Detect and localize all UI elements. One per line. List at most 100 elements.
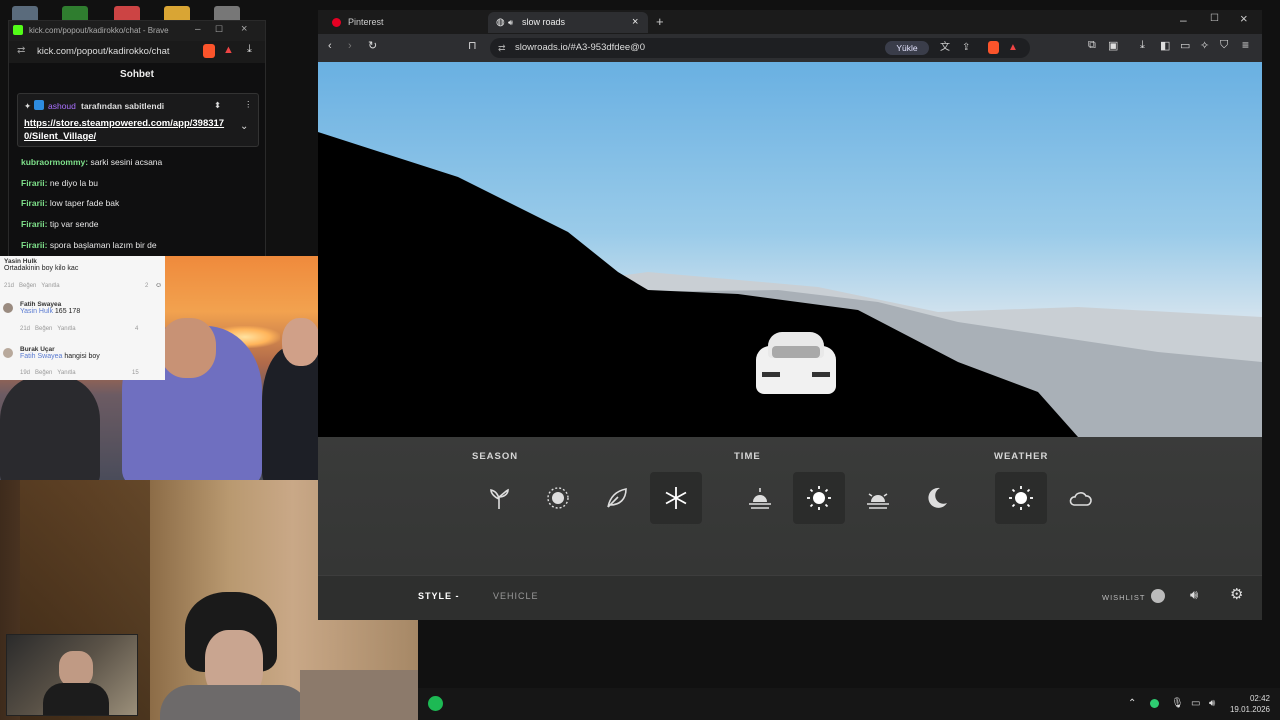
leo-ai-icon[interactable]: ✧ bbox=[1200, 39, 1209, 52]
time-sunset-button[interactable] bbox=[852, 472, 904, 524]
minimize-icon[interactable]: – bbox=[195, 24, 201, 35]
season-spring-button[interactable] bbox=[473, 472, 525, 524]
brave-rewards-icon[interactable]: ▲ bbox=[1008, 38, 1018, 58]
chat-username[interactable]: Firarii: bbox=[21, 219, 47, 229]
maximize-icon[interactable]: ☐ bbox=[215, 24, 223, 35]
time-night-button[interactable] bbox=[911, 472, 963, 524]
translate-icon[interactable]: 文 bbox=[940, 38, 950, 58]
vehicle-tab[interactable]: VEHICLE bbox=[493, 591, 539, 601]
share-icon[interactable]: ⇪ bbox=[962, 38, 970, 58]
gear-icon[interactable]: ⚙ bbox=[1230, 585, 1243, 603]
weather-clear-button[interactable] bbox=[995, 472, 1047, 524]
vpn-icon[interactable]: ⛉ bbox=[1220, 39, 1228, 52]
night-icon bbox=[928, 487, 947, 508]
download-icon[interactable]: ⤓ bbox=[247, 43, 252, 56]
chevron-up-icon[interactable]: ⌃ bbox=[1128, 698, 1136, 709]
reload-icon[interactable]: ↻ bbox=[368, 39, 377, 52]
person-left bbox=[0, 376, 100, 480]
tiktok-video-overlay: Yasin Hulk Ortadakinin boy kilo kac 21d … bbox=[0, 256, 336, 480]
pinned-link-line2: 0/Silent_Village/ bbox=[24, 131, 97, 142]
volume-icon[interactable]: 🔊︎ bbox=[1190, 587, 1198, 603]
spring-icon bbox=[490, 488, 509, 509]
chat-username[interactable]: Firarii: bbox=[21, 178, 47, 188]
pinned-link[interactable]: https://store.steampowered.com/app/39831… bbox=[24, 117, 224, 143]
pinned-message: ✦ ashoud tarafından sabitlendi ⬍ ⋮ https… bbox=[17, 93, 259, 147]
spotify-icon[interactable] bbox=[428, 696, 443, 711]
speaker-icon[interactable]: 🔊︎ bbox=[1209, 698, 1215, 709]
time-day-button[interactable] bbox=[793, 472, 845, 524]
season-autumn-button[interactable] bbox=[591, 472, 643, 524]
comment-reply[interactable]: Yanıtla bbox=[57, 370, 75, 376]
chat-username[interactable]: Firarii: bbox=[21, 198, 47, 208]
install-app-label: Yükle bbox=[896, 43, 918, 53]
close-icon[interactable]: × bbox=[1240, 11, 1248, 26]
secondary-webcam bbox=[6, 634, 138, 716]
secondary-body bbox=[43, 683, 109, 715]
brave-shield-icon[interactable] bbox=[988, 41, 999, 54]
address-bar[interactable]: ⇄ slowroads.io/#A3-953dfdee@0 Yükle 文 ⇪ … bbox=[490, 38, 1030, 58]
minimize-icon[interactable]: – bbox=[1180, 13, 1187, 27]
pinned-by-user[interactable]: ashoud bbox=[48, 101, 76, 111]
avatar[interactable] bbox=[3, 303, 13, 313]
kick-chat-window: kick.com/popout/kadirokko/chat - Brave –… bbox=[8, 20, 266, 262]
clock[interactable]: 02:42 19.01.2026 bbox=[1226, 693, 1270, 715]
weather-cloudy-button[interactable] bbox=[1054, 472, 1106, 524]
back-icon[interactable]: ‹ bbox=[328, 40, 332, 52]
comment: Burak Uçar Fatih Swayea hangisi boy bbox=[20, 346, 100, 360]
tab-slow-roads[interactable]: ◍ 🔊︎ slow roads × bbox=[488, 12, 648, 33]
screenshot-icon[interactable]: ▣ bbox=[1108, 39, 1118, 52]
comment-author[interactable]: Burak Uçar bbox=[20, 346, 100, 353]
menu-icon[interactable]: ≡ bbox=[1242, 38, 1249, 52]
unpin-icon[interactable]: ⬍ bbox=[214, 100, 221, 111]
sunset-icon bbox=[867, 493, 889, 509]
site-settings-icon[interactable]: ⇄ bbox=[17, 45, 25, 56]
brave-rewards-icon[interactable]: ▲ bbox=[223, 44, 234, 56]
chevron-down-icon[interactable]: ⌄ bbox=[240, 121, 248, 132]
car-taillight-right bbox=[812, 372, 830, 377]
season-summer-button[interactable] bbox=[532, 472, 584, 524]
sidebar-icon[interactable]: ◧ bbox=[1160, 39, 1170, 52]
style-tab[interactable]: STYLE - bbox=[418, 591, 460, 601]
more-options-icon[interactable]: ⋮ bbox=[244, 99, 253, 110]
extensions-icon[interactable]: ⧉ bbox=[1088, 39, 1096, 52]
comment-mention[interactable]: Fatih Swayea bbox=[20, 353, 62, 360]
avatar[interactable] bbox=[3, 348, 13, 358]
chat-username[interactable]: kubraormommy: bbox=[21, 157, 88, 167]
bookmark-icon[interactable]: ⊓ bbox=[468, 39, 477, 52]
comment-author[interactable]: Fatih Swayea bbox=[20, 301, 80, 308]
game-viewport[interactable]: SEASON TIME WEATHER STYLE - VEHICLE WISH… bbox=[318, 62, 1262, 620]
microphone-icon[interactable]: 🎙︎ bbox=[1171, 698, 1184, 709]
install-app-button[interactable]: Yükle bbox=[885, 41, 929, 55]
steam-icon[interactable] bbox=[1151, 589, 1165, 603]
comment-reply[interactable]: Yanıtla bbox=[57, 326, 75, 332]
tab-close-icon[interactable]: × bbox=[632, 12, 638, 33]
tab-pinterest[interactable]: Pinterest bbox=[324, 12, 484, 33]
comment-reply[interactable]: Yanıtla bbox=[41, 283, 59, 289]
comment-author[interactable]: Yasin Hulk bbox=[4, 258, 78, 265]
kick-logo-icon bbox=[13, 25, 23, 35]
wallet-icon[interactable]: ▭ bbox=[1180, 39, 1190, 52]
forward-icon[interactable]: › bbox=[348, 40, 352, 52]
close-icon[interactable]: × bbox=[241, 23, 247, 35]
chat-titlebar: kick.com/popout/kadirokko/chat - Brave –… bbox=[9, 21, 265, 41]
site-settings-icon[interactable]: ⇄ bbox=[498, 38, 506, 58]
chat-url-bar[interactable]: ⇄ kick.com/popout/kadirokko/chat ▲ ⤓ bbox=[9, 41, 265, 63]
maximize-icon[interactable]: ☐ bbox=[1210, 13, 1219, 24]
comment: Fatih Swayea Yasin Hulk 165 178 bbox=[20, 301, 80, 315]
comment-like[interactable]: Beğen bbox=[35, 370, 52, 376]
chat-username[interactable]: Firarii: bbox=[21, 240, 47, 250]
status-indicator-icon[interactable] bbox=[1150, 699, 1159, 708]
comment-like[interactable]: Beğen bbox=[19, 283, 36, 289]
brave-shield-icon[interactable] bbox=[203, 44, 215, 58]
comment-text: hangisi boy bbox=[64, 353, 100, 360]
new-tab-icon[interactable]: + bbox=[656, 14, 664, 29]
download-icon[interactable]: ⤓ bbox=[1140, 39, 1145, 52]
audio-playing-icon[interactable]: 🔊︎ bbox=[508, 12, 513, 33]
wishlist-label[interactable]: WISHLIST bbox=[1102, 593, 1145, 602]
display-icon[interactable]: ▭ bbox=[1191, 698, 1200, 709]
comment-age: 19d bbox=[20, 370, 31, 376]
comment-mention[interactable]: Yasin Hulk bbox=[20, 308, 53, 315]
season-winter-button[interactable] bbox=[650, 472, 702, 524]
comment-like[interactable]: Beğen bbox=[35, 326, 52, 332]
time-sunrise-button[interactable] bbox=[734, 472, 786, 524]
